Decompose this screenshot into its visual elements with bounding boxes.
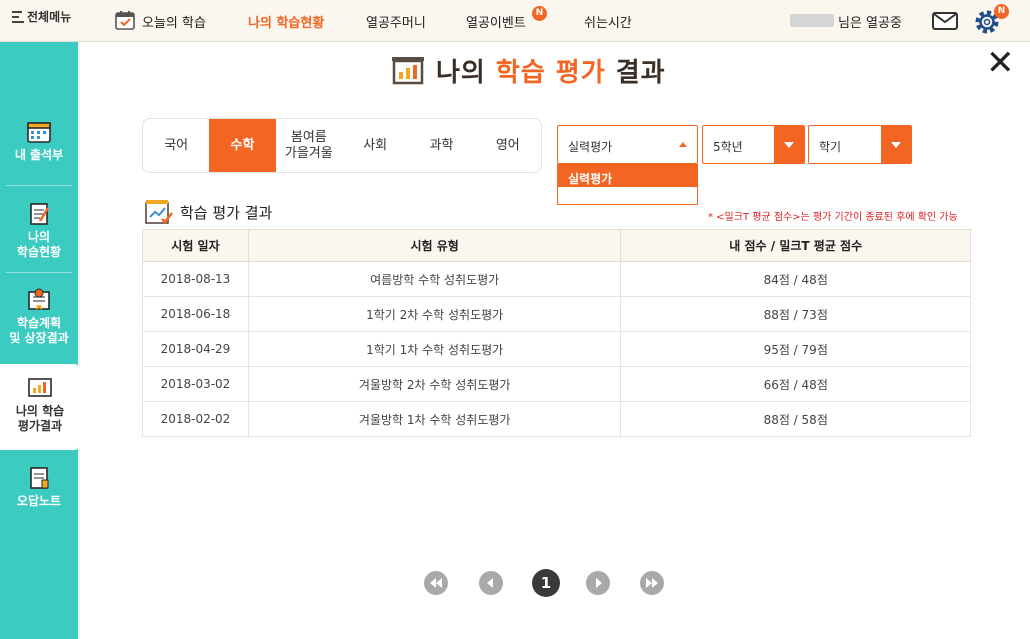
cell-score: 66점 / 48점 (620, 366, 971, 402)
table-row[interactable]: 2018-08-13 여름방학 수학 성취도평가 84점 / 48점 (142, 261, 971, 297)
hamburger-icon (12, 10, 24, 24)
sidebar-item-wrong-answer-note[interactable]: 오답노트 (0, 466, 78, 509)
mail-icon[interactable] (932, 12, 958, 30)
cell-type: 1학기 2차 수학 성취도평가 (247, 296, 622, 332)
cell-score: 88점 / 73점 (620, 296, 971, 332)
tab-english[interactable]: 영어 (475, 119, 541, 172)
chevron-down-icon (774, 126, 804, 163)
top-bar: 전체메뉴 오늘의 학습 나의 학습현황 열공주머니 열공이벤트 N 쉬는시간 님… (0, 0, 1030, 42)
cell-score: 88점 / 58점 (620, 401, 971, 437)
sidebar-item-attendance[interactable]: 내 출석부 (0, 120, 78, 163)
table-row[interactable]: 2018-03-02 겨울방학 2차 수학 성취도평가 66점 / 48점 (142, 366, 971, 402)
certificate-icon (28, 288, 50, 310)
term-select[interactable]: 학기 (808, 125, 912, 164)
cell-date: 2018-03-02 (142, 366, 249, 402)
user-name-redacted (790, 14, 834, 27)
nav-my-study-status[interactable]: 나의 학습현황 (248, 12, 324, 31)
cell-score: 84점 / 48점 (620, 261, 971, 297)
average-score-note: * <밀크T 평균 점수>는 평가 기간이 종료된 후에 확인 가능 (708, 212, 958, 223)
tab-seasons[interactable]: 봄여름 가을겨울 (276, 119, 342, 172)
table-row[interactable]: 2018-04-29 1학기 1차 수학 성취도평가 95점 / 79점 (142, 331, 971, 367)
next-page-button[interactable] (586, 571, 610, 595)
cell-date: 2018-08-13 (142, 261, 249, 297)
caret-up-icon (679, 142, 687, 147)
page-number-current[interactable]: 1 (532, 569, 560, 597)
nav-break-time[interactable]: 쉬는시간 (584, 12, 632, 31)
sidebar-item-label: 나의 학습 평가결과 (15, 404, 65, 433)
dropdown-option[interactable]: 실력평가 (558, 165, 697, 187)
grade-value: 5학년 (713, 140, 743, 154)
event-new-badge: N (532, 6, 547, 21)
sidebar-divider (6, 185, 72, 186)
evaluation-type-value: 실력평가 (568, 140, 613, 154)
table-header-row: 시험 일자 시험 유형 내 점수 / 밀크T 평균 점수 (142, 229, 971, 262)
section-title-label: 학습 평가 결과 (180, 203, 273, 222)
title-part: 나의 (436, 58, 496, 88)
title-part: 결과 (605, 58, 666, 88)
sidebar: 내 출석부 나의 학습현황 학습계획 및 상장결과 나의 학습 평가결과 오답노… (0, 42, 80, 639)
cell-score: 95점 / 79점 (620, 331, 971, 367)
sidebar-item-label: 학습계획 및 상장결과 (9, 316, 69, 345)
column-header-score: 내 점수 / 밀크T 평균 점수 (620, 229, 971, 262)
sidebar-item-study-status[interactable]: 나의 학습현황 (0, 202, 78, 260)
tab-korean[interactable]: 국어 (143, 119, 209, 172)
notepad-icon (30, 203, 50, 225)
checklist-chart-icon (145, 200, 173, 224)
double-chevron-left-icon (430, 578, 442, 588)
cell-type: 겨울방학 2차 수학 성취도평가 (247, 366, 622, 402)
subject-tabs: 국어 수학 봄여름 가을겨울 사회 과학 영어 (142, 118, 542, 173)
sidebar-item-label: 나의 학습현황 (16, 230, 62, 259)
calendar-check-icon (115, 11, 135, 30)
last-page-button[interactable] (640, 571, 664, 595)
chevron-right-icon (596, 578, 602, 588)
cell-type: 겨울방학 1차 수학 성취도평가 (247, 401, 622, 437)
sidebar-item-label: 오답노트 (16, 494, 62, 508)
tab-math[interactable]: 수학 (209, 119, 276, 172)
grade-select[interactable]: 5학년 (702, 125, 805, 164)
note-icon (30, 467, 49, 489)
user-status-label: 님은 열공중 (838, 16, 902, 31)
close-button[interactable]: ✕ (986, 46, 1015, 80)
cell-type: 여름방학 수학 성취도평가 (247, 261, 622, 297)
results-table: 시험 일자 시험 유형 내 점수 / 밀크T 평균 점수 2018-08-13 … (142, 229, 971, 437)
tab-social[interactable]: 사회 (342, 119, 408, 172)
nav-today-study[interactable]: 오늘의 학습 (142, 12, 206, 31)
column-header-date: 시험 일자 (142, 229, 249, 262)
sidebar-divider (6, 272, 72, 273)
first-page-button[interactable] (424, 571, 448, 595)
cell-date: 2018-06-18 (142, 296, 249, 332)
table-row[interactable]: 2018-02-02 겨울방학 1차 수학 성취도평가 88점 / 58점 (142, 401, 971, 437)
double-chevron-right-icon (646, 578, 658, 588)
evaluation-type-select[interactable]: 실력평가 (557, 125, 698, 164)
cell-date: 2018-04-29 (142, 331, 249, 367)
settings-new-badge: N (994, 4, 1009, 19)
chart-board-icon (28, 378, 52, 397)
nav-study-event[interactable]: 열공이벤트 (466, 12, 526, 31)
all-menu-label: 전체메뉴 (27, 10, 72, 24)
chart-board-icon (392, 56, 424, 84)
chevron-down-icon (881, 126, 911, 163)
title-highlight: 학습 평가 (495, 58, 606, 88)
pagination: 1 (424, 569, 674, 597)
tab-science[interactable]: 과학 (408, 119, 474, 172)
calendar-icon (27, 122, 51, 143)
prev-page-button[interactable] (479, 571, 503, 595)
sidebar-item-evaluation-result[interactable]: 나의 학습 평가결과 (0, 364, 80, 450)
main-panel: 나의 학습 평가 결과 ✕ 국어 수학 봄여름 가을겨울 사회 과학 영어 실력… (80, 42, 1030, 639)
sidebar-item-label: 내 출석부 (14, 148, 64, 162)
column-header-type: 시험 유형 (247, 229, 622, 262)
section-title: 학습 평가 결과 (144, 197, 272, 227)
page-title: 나의 학습 평가 결과 (390, 52, 666, 89)
table-row[interactable]: 2018-06-18 1학기 2차 수학 성취도평가 88점 / 73점 (142, 296, 971, 332)
term-value: 학기 (819, 140, 842, 154)
nav-study-pouch[interactable]: 열공주머니 (366, 12, 426, 31)
cell-date: 2018-02-02 (142, 401, 249, 437)
all-menu-button[interactable]: 전체메뉴 (12, 8, 71, 25)
sidebar-item-plan-awards[interactable]: 학습계획 및 상장결과 (0, 288, 78, 346)
cell-type: 1학기 1차 수학 성취도평가 (247, 331, 622, 367)
evaluation-type-dropdown: 실력평가 (557, 164, 698, 205)
chevron-left-icon (487, 578, 493, 588)
